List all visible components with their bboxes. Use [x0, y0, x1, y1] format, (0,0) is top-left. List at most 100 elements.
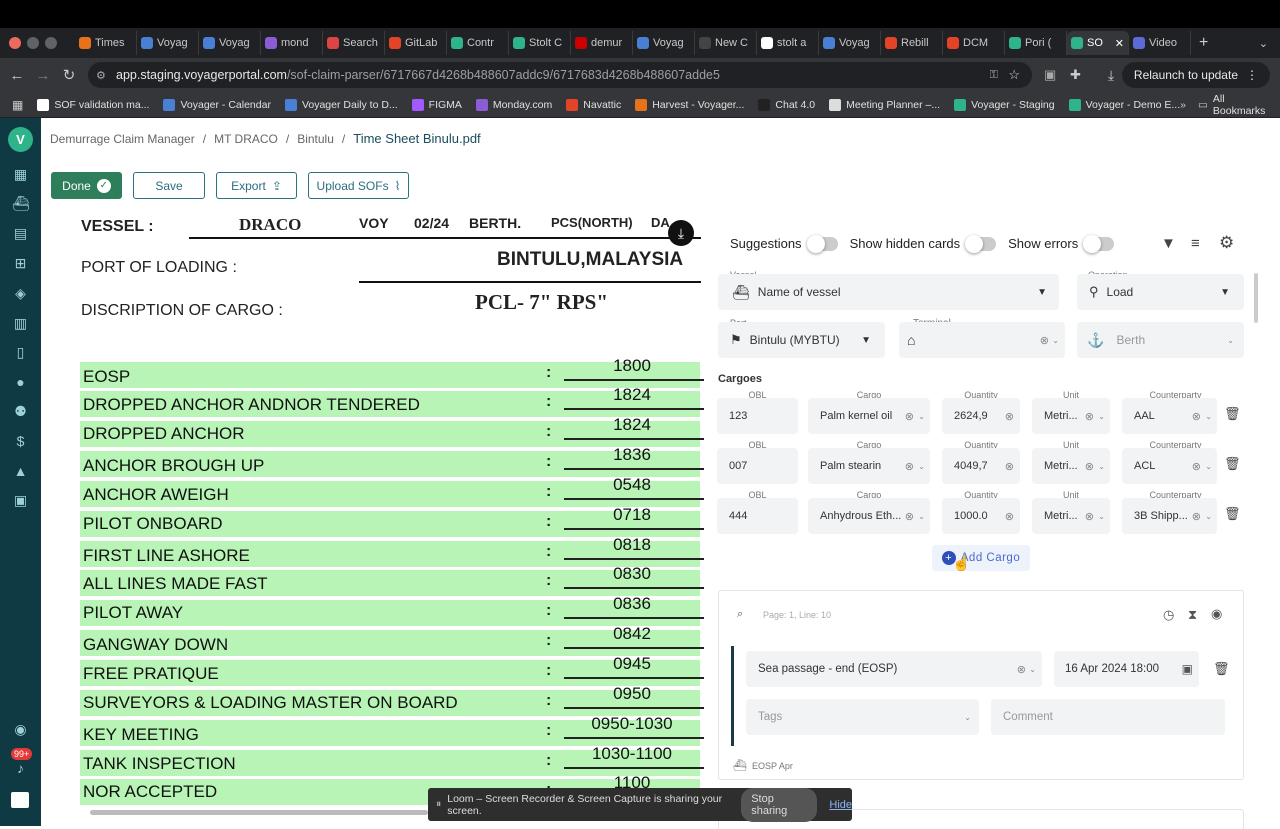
user-icon[interactable]: ● [12, 374, 29, 391]
users-icon[interactable]: ⚉ [12, 403, 29, 420]
cargo-name-select[interactable]: Anhydrous Eth... ⊗ ⌄ [808, 498, 930, 534]
ship-icon[interactable]: ⛴ [12, 195, 30, 212]
clear-icon[interactable]: ⊗ [1085, 410, 1094, 423]
bookmark-item[interactable]: Monday.com [475, 98, 552, 111]
close-tab-icon[interactable]: ✕ [1115, 37, 1124, 50]
bookmark-item[interactable]: Voyager - Calendar [163, 98, 271, 111]
bookmark-item[interactable]: Voyager Daily to D... [284, 98, 398, 111]
calendar-clock-icon[interactable]: ◷ [1163, 607, 1174, 623]
hide-banner-link[interactable]: Hide [829, 799, 852, 811]
counterparty-select[interactable]: AAL ⊗ ⌄ [1122, 398, 1217, 434]
bookmark-item[interactable]: Meeting Planner –... [829, 98, 940, 111]
add-cargo-button[interactable]: + Add Cargo [932, 545, 1030, 571]
hourglass-icon[interactable]: ⧗ [1188, 607, 1197, 623]
done-button[interactable]: Done ✓ [51, 172, 122, 199]
clear-icon[interactable]: ⊗ [1005, 410, 1014, 423]
browser-tab[interactable]: Voyag [819, 31, 881, 55]
stop-sharing-button[interactable]: Stop sharing [741, 787, 818, 822]
bookmark-item[interactable]: Harvest - Voyager... [635, 98, 744, 111]
bookmark-item[interactable]: Chat 4.0 [758, 98, 815, 111]
calendar-icon[interactable]: ▣ [1182, 662, 1193, 676]
browser-tab[interactable]: mond [261, 31, 323, 55]
bookmark-item[interactable]: Voyager - Staging [954, 98, 1055, 111]
obl-input[interactable]: 444 [717, 498, 798, 534]
clear-icon[interactable]: ⊗ [1085, 460, 1094, 473]
panel-scrollbar[interactable] [1254, 273, 1258, 323]
browser-tab[interactable]: Search [323, 31, 385, 55]
quantity-input[interactable]: 1000.0 ⊗ [942, 498, 1020, 534]
browser-tab[interactable]: Voyag [137, 31, 199, 55]
port-select[interactable]: ⚑ Bintulu (MYBTU) ▼ [718, 322, 885, 358]
maximize-window-button[interactable] [45, 37, 57, 49]
relaunch-button[interactable]: Relaunch to update ⋮ [1121, 62, 1270, 88]
avatar[interactable] [11, 792, 29, 808]
forward-icon[interactable]: → [30, 67, 56, 84]
notifications-badge[interactable]: 99+ [11, 748, 33, 760]
delete-cargo-icon[interactable]: 🗑 [1224, 456, 1241, 472]
more-menu-icon[interactable]: ⋮ [1246, 68, 1258, 82]
browser-tab[interactable]: Voyag [633, 31, 695, 55]
quantity-input[interactable]: 4049,7 ⊗ [942, 448, 1020, 484]
obl-input[interactable]: 123 [717, 398, 798, 434]
settings-gear-icon[interactable]: ⚙ [1219, 233, 1234, 253]
browser-tab[interactable]: New C [695, 31, 757, 55]
clear-icon[interactable]: ⊗ [1005, 510, 1014, 523]
bar-chart-icon[interactable]: ▥ [12, 315, 29, 332]
minimize-window-button[interactable] [27, 37, 39, 49]
site-info-icon[interactable]: ⚙ [96, 69, 106, 82]
clear-icon[interactable]: ⊗ [1192, 410, 1201, 423]
search-icon[interactable]: ⌕ [737, 608, 743, 621]
vessel-select[interactable]: ⛴ Name of vessel ▼ [718, 274, 1059, 310]
clear-icon[interactable]: ⊗ [1192, 460, 1201, 473]
clear-icon[interactable]: ⊗ [1017, 663, 1026, 676]
browser-tab[interactable]: demur [571, 31, 633, 55]
download-icon[interactable]: ⤓ [1108, 67, 1114, 84]
breadcrumb-item[interactable]: Demurrage Claim Manager [50, 132, 195, 146]
clear-icon[interactable]: ⊗ [1040, 334, 1049, 347]
berth-select[interactable]: ⚓ Berth ⌄ [1077, 322, 1244, 358]
close-window-button[interactable] [9, 37, 21, 49]
breadcrumb-item[interactable]: MT DRACO [214, 132, 278, 146]
dollar-icon[interactable]: $ [12, 433, 29, 450]
drag-handle-icon[interactable]: ⏸ [436, 798, 441, 811]
shapes-icon[interactable]: ▲ [12, 463, 29, 480]
password-key-icon[interactable]: ⚿ [990, 69, 998, 82]
export-button[interactable]: Export ⇪ [216, 172, 297, 199]
delete-cargo-icon[interactable]: 🗑 [1224, 406, 1241, 422]
reload-icon[interactable]: ↻ [56, 66, 82, 84]
counterparty-select[interactable]: 3B Shipp... ⊗ ⌄ [1122, 498, 1217, 534]
trash-icon[interactable]: 🗑 [1213, 661, 1230, 677]
browser-tab[interactable]: Contr [447, 31, 509, 55]
apps-grid-icon[interactable]: ▦ [12, 98, 23, 112]
tab-search-icon[interactable]: ⌄ [1259, 37, 1268, 50]
filter-icon[interactable]: ▼ [1161, 235, 1176, 252]
unit-select[interactable]: Metri... ⊗ ⌄ [1032, 398, 1110, 434]
extension-icon[interactable]: ▣ [1044, 67, 1056, 83]
document-icon[interactable]: ▯ [12, 344, 29, 361]
clear-icon[interactable]: ⊗ [1005, 460, 1014, 473]
counterparty-select[interactable]: ACL ⊗ ⌄ [1122, 448, 1217, 484]
upload-sofs-button[interactable]: Upload SOFs ⌇ [308, 172, 409, 199]
browser-tab[interactable]: DCM [943, 31, 1005, 55]
show-hidden-toggle[interactable] [965, 234, 997, 253]
clipboard-icon[interactable]: ▤ [12, 225, 29, 242]
suggestions-toggle[interactable] [806, 234, 838, 253]
browser-tab[interactable]: Video [1129, 31, 1191, 55]
event-type-select[interactable]: Sea passage - end (EOSP) ⊗ ⌄ [746, 651, 1042, 687]
clear-icon[interactable]: ⊗ [905, 460, 914, 473]
app-logo-icon[interactable]: V [8, 127, 33, 152]
bookmarks-overflow-icon[interactable]: » [1180, 99, 1186, 111]
sort-icon[interactable]: ≡ [1191, 235, 1200, 252]
table-icon[interactable]: ▣ [12, 492, 29, 509]
cargo-name-select[interactable]: Palm stearin ⊗ ⌄ [808, 448, 930, 484]
bookmark-star-icon[interactable]: ☆ [1008, 67, 1020, 83]
clear-icon[interactable]: ⊗ [1192, 510, 1201, 523]
delete-cargo-icon[interactable]: 🗑 [1224, 506, 1241, 522]
new-tab-button[interactable]: + [1199, 34, 1208, 52]
unit-select[interactable]: Metri... ⊗ ⌄ [1032, 498, 1110, 534]
browser-tab[interactable]: Times [75, 31, 137, 55]
extensions-puzzle-icon[interactable]: ✚ [1070, 67, 1081, 83]
cube-icon[interactable]: ◈ [12, 285, 29, 302]
bookmark-item[interactable]: FIGMA [411, 98, 462, 111]
bell-icon[interactable]: ♪ [12, 760, 29, 777]
